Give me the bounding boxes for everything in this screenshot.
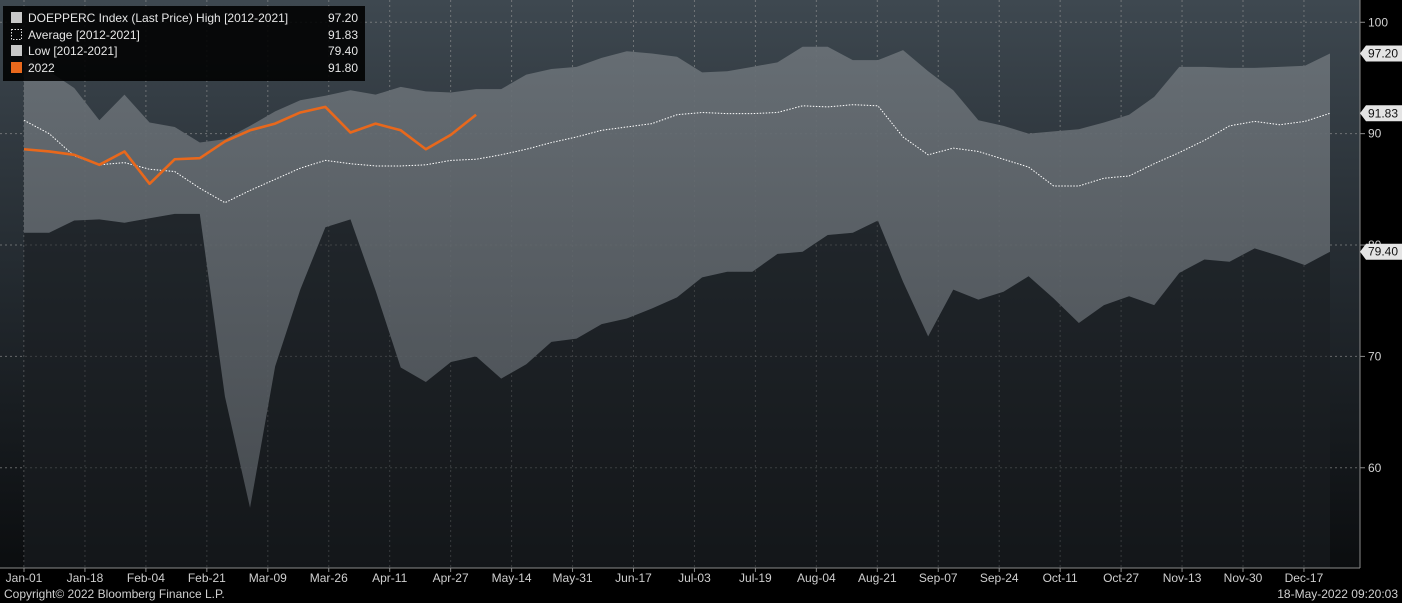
y-tick-label-3: 90	[1368, 127, 1382, 141]
value-badge-text-2: 79.40	[1368, 245, 1398, 259]
y-tick-label-0: 60	[1368, 461, 1382, 475]
y-tick-label-4: 100	[1368, 15, 1388, 29]
x-tick-label-4: Mar-09	[249, 571, 287, 585]
x-tick-label-6: Apr-11	[372, 571, 407, 585]
x-tick-label-1: Jan-18	[67, 571, 104, 585]
x-tick-label-17: Oct-11	[1043, 571, 1078, 585]
legend-swatch-low	[11, 45, 22, 56]
x-tick-label-20: Nov-30	[1224, 571, 1263, 585]
x-tick-label-8: May-14	[492, 571, 532, 585]
legend-value-average: 91.83	[328, 28, 358, 42]
legend-value-high: 97.20	[328, 11, 358, 25]
legend-swatch-2022	[11, 62, 22, 73]
legend-label-high: DOEPPERC Index (Last Price) High [2012-2…	[28, 11, 288, 25]
copyright-text: Copyright© 2022 Bloomberg Finance L.P.	[4, 587, 225, 601]
value-badge-0: 97.20	[1360, 45, 1402, 62]
x-tick-label-19: Nov-13	[1163, 571, 1202, 585]
legend: DOEPPERC Index (Last Price) High [2012-2…	[3, 6, 365, 81]
x-tick-label-18: Oct-27	[1103, 571, 1139, 585]
value-badge-2: 79.40	[1360, 243, 1402, 260]
x-tick-label-7: Apr-27	[433, 571, 469, 585]
x-tick-label-12: Jul-19	[739, 571, 772, 585]
x-tick-label-14: Aug-21	[858, 571, 897, 585]
timestamp-text: 18-May-2022 09:20:03	[1277, 587, 1398, 601]
x-tick-label-5: Mar-26	[310, 571, 348, 585]
chart-svg: 60708090100 Jan-01Jan-18Feb-04Feb-21Mar-…	[0, 0, 1402, 601]
x-tick-label-3: Feb-21	[188, 571, 226, 585]
x-tick-layer: Jan-01 Jan-18 Feb-04 Feb-21 Mar-09 Mar-26 Apr-…	[6, 568, 1324, 585]
legend-label-low: Low [2012-2021]	[28, 44, 117, 58]
legend-swatch-high	[11, 12, 22, 23]
x-tick-label-13: Aug-04	[797, 571, 836, 585]
x-tick-label-0: Jan-01	[6, 571, 43, 585]
value-badge-text-1: 91.83	[1368, 106, 1398, 120]
x-tick-label-10: Jun-17	[615, 571, 652, 585]
value-badge-1: 91.83	[1360, 105, 1402, 122]
value-badge-text-0: 97.20	[1368, 46, 1398, 60]
x-tick-label-15: Sep-07	[919, 571, 958, 585]
x-tick-label-2: Feb-04	[127, 571, 165, 585]
x-tick-label-11: Jul-03	[678, 571, 711, 585]
y-tick-label-1: 70	[1368, 349, 1382, 363]
legend-value-2022: 91.80	[328, 61, 358, 75]
legend-label-2022: 2022	[28, 61, 55, 75]
legend-label-average: Average [2012-2021]	[28, 28, 140, 42]
legend-value-low: 79.40	[328, 44, 358, 58]
x-tick-label-9: May-31	[553, 571, 593, 585]
chart-container: 60708090100 Jan-01Jan-18Feb-04Feb-21Mar-…	[0, 0, 1402, 603]
x-tick-label-21: Dec-17	[1285, 571, 1324, 585]
badge-layer: 97.20 91.83 79.40	[1360, 45, 1402, 260]
x-tick-label-16: Sep-24	[980, 571, 1019, 585]
